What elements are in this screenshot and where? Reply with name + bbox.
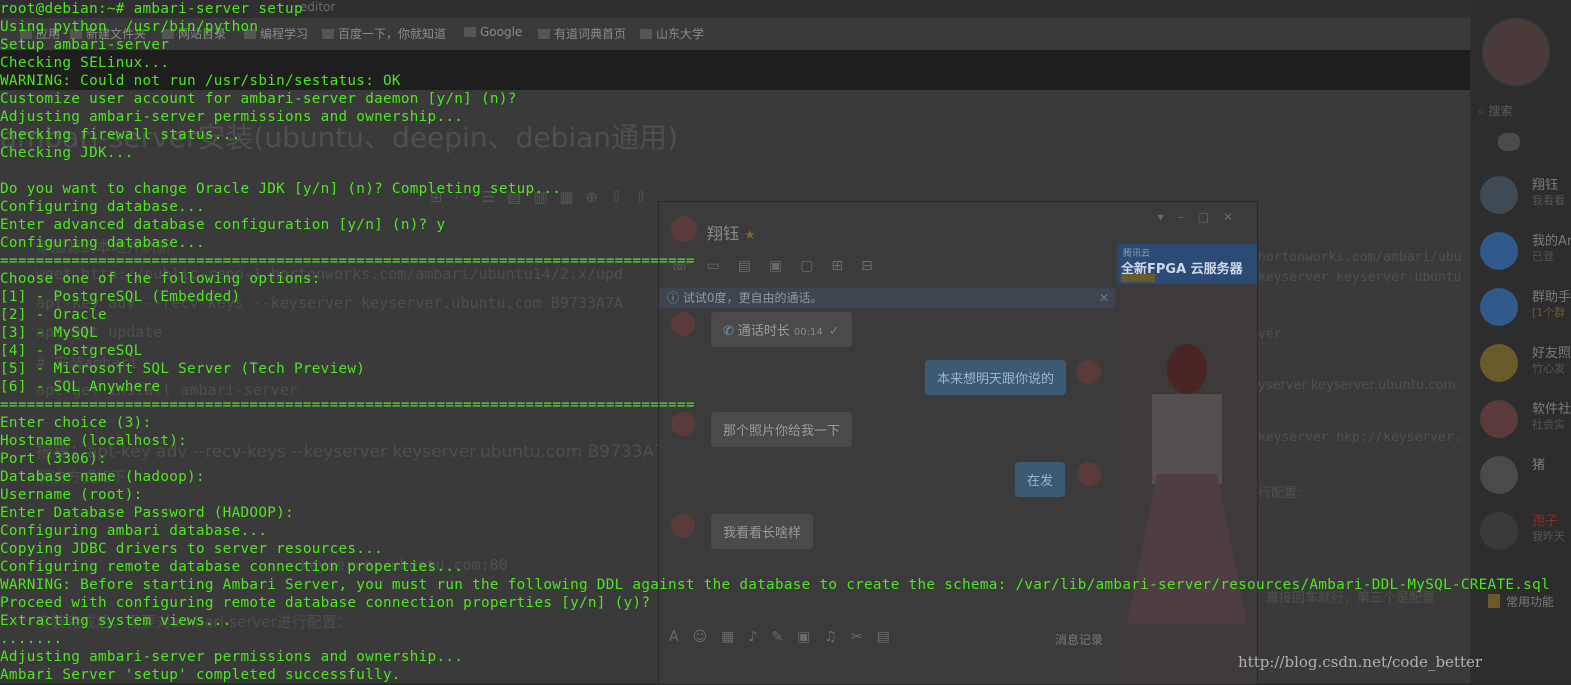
article-text-fragment: keyserver hkp://keyserver.	[1258, 430, 1462, 445]
bookmark-item[interactable]: 有道词典首页	[538, 25, 626, 42]
article-title[interactable]: ambari-server安装(ubuntu、deepin、debian通用)	[0, 116, 678, 156]
info-icon: ⓘ	[667, 291, 683, 305]
article-text: 报错：apt-key adv --recv-keys --keyserver k…	[36, 442, 665, 462]
star-icon: ★	[744, 228, 756, 243]
tab-title[interactable]: editor	[300, 0, 335, 14]
contact-item[interactable]: 猪	[1480, 452, 1571, 502]
phone-icon	[1480, 232, 1518, 270]
search-icon: ⌕	[1478, 104, 1489, 118]
google-icon	[464, 27, 476, 37]
code-line: apt-get update	[36, 323, 163, 341]
contact-item[interactable]: 好友照 竹心发	[1480, 340, 1571, 390]
bookmark-item[interactable]: 山东大学	[640, 25, 704, 42]
contact-item[interactable]: 群助手 [1个群	[1480, 284, 1571, 334]
avatar	[671, 312, 695, 336]
article-text-fragment: yserver keyserver.ubuntu.com	[1258, 378, 1457, 393]
avatar	[1480, 512, 1518, 550]
avatar	[1480, 176, 1518, 214]
qq-sidebar: ⌕ 搜索 翔钰 我看看 我的An 已登 群助手 [1个群 好友照 竹心发 软件社 社会实 …	[1470, 0, 1571, 683]
apps-icon	[20, 29, 32, 39]
avatar	[1077, 462, 1101, 486]
avatar	[1077, 360, 1101, 384]
message-bubble[interactable]: 本来想明天跟你说的	[925, 360, 1067, 395]
close-icon[interactable]: ✕	[1099, 288, 1109, 308]
folder-icon	[244, 29, 256, 39]
chat-input-toolbar: A☺▦♪✎▣♫✂▤ 消息记录	[659, 627, 1115, 651]
article-text-fragment: hortonworks.com/ambari/ubu	[1258, 250, 1462, 265]
article-text: 解决方式如下：	[36, 468, 142, 486]
avatar	[671, 412, 695, 436]
code-line: keyserver.ubuntu.com:80	[300, 556, 508, 574]
contact-item[interactable]: 我的An 已登	[1480, 228, 1571, 278]
contact-item[interactable]: 翔钰 我看看	[1480, 172, 1571, 222]
article-text-fragment: ver	[1258, 327, 1282, 342]
contact-item[interactable]: 孢子 我昨天	[1480, 508, 1571, 558]
code-line: # 安装ambari	[36, 354, 139, 372]
message-icon[interactable]	[1498, 133, 1520, 151]
bookmark-item[interactable]: 编程学习	[244, 25, 308, 42]
code-line: apt-key adv --recv-keys --keyserver keys…	[36, 294, 623, 312]
group-icon	[1480, 288, 1518, 326]
youdao-icon	[538, 29, 550, 39]
bookmark-item[interactable]: Google	[464, 25, 522, 39]
bookmark-icon	[1488, 594, 1500, 608]
folder-icon	[70, 29, 82, 39]
phone-icon: ✆	[723, 324, 734, 339]
baidu-icon	[322, 29, 334, 39]
code-line: apt-get install ambari-server	[36, 381, 298, 399]
message-bubble[interactable]: 那个照片你给我一下	[711, 412, 853, 447]
code-line: wget http://public-repo-1.hortonworks.co…	[36, 265, 623, 283]
bookmark-item[interactable]: 百度一下，你就知道	[322, 25, 446, 42]
article-text: 添加源到本地并刷新	[36, 238, 172, 256]
avatar	[671, 514, 695, 538]
window-controls[interactable]: ▾–□✕	[1158, 210, 1247, 224]
editor-header-band	[0, 50, 1470, 90]
qq-chat-window: 翔钰 ★ ▾–□✕ ☏▭▤▣▢⊞⊟ ⓘ 试试0度，更自由的通话。 ✕ ✆ 通话时长 0…	[658, 201, 1258, 685]
editor-toolbar[interactable]: ⊞⋯☰▤▥▦⊕⇩⇧	[430, 188, 659, 206]
chat-contact-name: 翔钰	[707, 224, 740, 243]
article-text-fragment: 行配置:	[1258, 486, 1302, 501]
check-icon: ✓	[828, 324, 840, 339]
message-history-button[interactable]: 消息记录	[1055, 631, 1103, 648]
article-text: 安装完成后，需要对ambari-server进行配置：	[36, 613, 352, 631]
contact-item[interactable]: 软件社 社会实	[1480, 396, 1571, 446]
user-avatar[interactable]	[1482, 18, 1550, 86]
chat-show-image	[1117, 284, 1257, 684]
call-record[interactable]: ✆ 通话时长 00:14 ✓	[711, 312, 852, 347]
message-bubble[interactable]: 我看看长啥样	[711, 514, 814, 549]
input-tools[interactable]: A☺▦♪✎▣♫✂▤	[669, 629, 904, 645]
bookmark-item[interactable]: 新建文件夹	[70, 25, 146, 42]
qq-search-input[interactable]: ⌕ 搜索	[1478, 102, 1568, 122]
avatar	[1480, 456, 1518, 494]
avatar[interactable]	[671, 216, 697, 242]
figure-body	[1152, 394, 1222, 484]
ad-cta	[1121, 274, 1155, 282]
ad-banner[interactable]: 腾讯云 全新FPGA 云服务器	[1117, 244, 1257, 284]
message-bubble[interactable]: 在发	[1015, 462, 1066, 497]
bookmark-item[interactable]: 网站目录	[162, 25, 226, 42]
folder-icon	[162, 29, 174, 39]
article-text-fragment: keyserver keyserver.ubuntu	[1258, 270, 1462, 285]
bookmark-item[interactable]: 应用	[20, 25, 60, 42]
avatar	[1480, 400, 1518, 438]
chat-toolbar[interactable]: ☏▭▤▣▢⊞⊟	[671, 258, 891, 274]
call-notice-bar: ⓘ 试试0度，更自由的通话。 ✕	[659, 288, 1115, 308]
browser-tab-bar: editor	[0, 0, 1470, 18]
photo-icon	[1480, 344, 1518, 382]
figure-skirt	[1127, 474, 1247, 624]
watermark: http://blog.csdn.net/code_better	[1238, 653, 1483, 671]
article-text-fragment: 置，直接回车就行，第三个是配置	[1240, 591, 1436, 606]
common-features-button[interactable]: 常用功能	[1488, 593, 1554, 610]
figure-head	[1167, 344, 1207, 394]
folder-icon	[640, 29, 652, 39]
bookmarks-bar: 应用 新建文件夹 网站目录 编程学习 百度一下，你就知道 Google 有道词典…	[0, 22, 720, 44]
